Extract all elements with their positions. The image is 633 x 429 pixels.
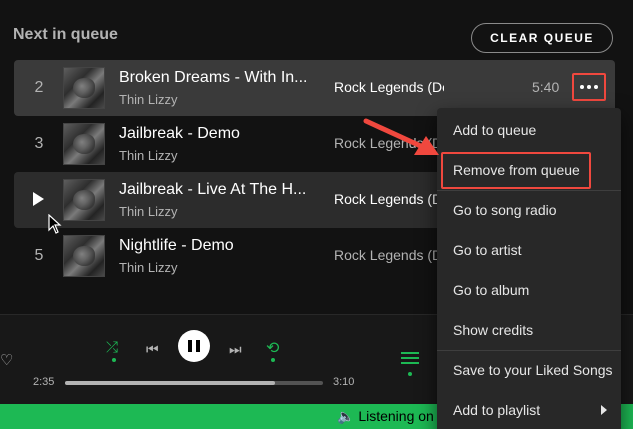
track-title[interactable]: Jailbreak - Demo [119, 125, 319, 143]
next-icon[interactable]: ⏭ [229, 341, 242, 358]
track-title[interactable]: Broken Dreams - With In... [119, 69, 319, 87]
play-icon[interactable] [33, 192, 44, 206]
pause-icon[interactable] [178, 330, 210, 362]
context-menu: Add to queue Remove from queue Go to son… [437, 108, 621, 429]
track-album[interactable]: Rock Legends (De... [334, 135, 444, 151]
track-artist[interactable]: Thin Lizzy [119, 148, 178, 163]
total-time: 3:10 [333, 376, 355, 388]
shuffle-active-indicator [112, 358, 116, 362]
menu-item-show-credits[interactable]: Show credits [437, 310, 621, 350]
page-title: Next in queue [13, 26, 118, 43]
album-art [63, 235, 105, 277]
track-album[interactable]: Rock Legends (De... [334, 191, 444, 207]
album-art [63, 67, 105, 109]
more-icon[interactable] [572, 73, 606, 101]
track-number: 2 [34, 79, 44, 96]
cursor-icon [48, 214, 62, 234]
track-album[interactable]: Rock Legends (De... [334, 79, 444, 95]
track-number: 3 [34, 135, 44, 152]
previous-icon[interactable]: ⏮ [146, 341, 159, 358]
menu-item-song-radio[interactable]: Go to song radio [437, 190, 621, 230]
repeat-active-indicator [271, 358, 275, 362]
track-artist[interactable]: Thin Lizzy [119, 92, 178, 107]
listening-text: Listening on [358, 408, 434, 424]
menu-item-add-to-queue[interactable]: Add to queue [437, 110, 621, 150]
speaker-icon: 🔈 [337, 408, 355, 424]
shuffle-icon[interactable]: ⤮ [106, 339, 118, 356]
progress-fill [65, 381, 276, 385]
spotify-queue-view: Next in queue CLEAR QUEUE 2 Broken Dream… [0, 0, 633, 429]
highlight-box [441, 152, 591, 189]
track-title[interactable]: Jailbreak - Live At The H... [119, 181, 319, 199]
track-title[interactable]: Nightlife - Demo [119, 237, 319, 255]
menu-item-add-to-playlist[interactable]: Add to playlist [437, 390, 621, 429]
progress-bar[interactable] [65, 381, 323, 385]
track-artist[interactable]: Thin Lizzy [119, 260, 178, 275]
queue-active-indicator [408, 372, 412, 376]
menu-item-go-to-artist[interactable]: Go to artist [437, 230, 621, 270]
track-album[interactable]: Rock Legends (De... [334, 247, 444, 263]
menu-item-go-to-album[interactable]: Go to album [437, 270, 621, 310]
track-number: 5 [34, 247, 44, 264]
menu-item-save-liked[interactable]: Save to your Liked Songs [437, 350, 621, 390]
repeat-icon[interactable]: ⟲ [266, 338, 279, 358]
chevron-right-icon [601, 405, 607, 415]
listening-on-label: 🔈 Listening on [337, 408, 434, 425]
elapsed-time: 2:35 [33, 376, 55, 388]
menu-item-label: Add to playlist [453, 402, 541, 418]
track-artist[interactable]: Thin Lizzy [119, 204, 178, 219]
queue-icon[interactable] [401, 352, 419, 366]
clear-queue-button[interactable]: CLEAR QUEUE [471, 23, 613, 53]
heart-icon[interactable]: ♡ [0, 351, 13, 369]
track-duration: 5:40 [532, 79, 560, 95]
album-art [63, 123, 105, 165]
album-art [63, 179, 105, 221]
